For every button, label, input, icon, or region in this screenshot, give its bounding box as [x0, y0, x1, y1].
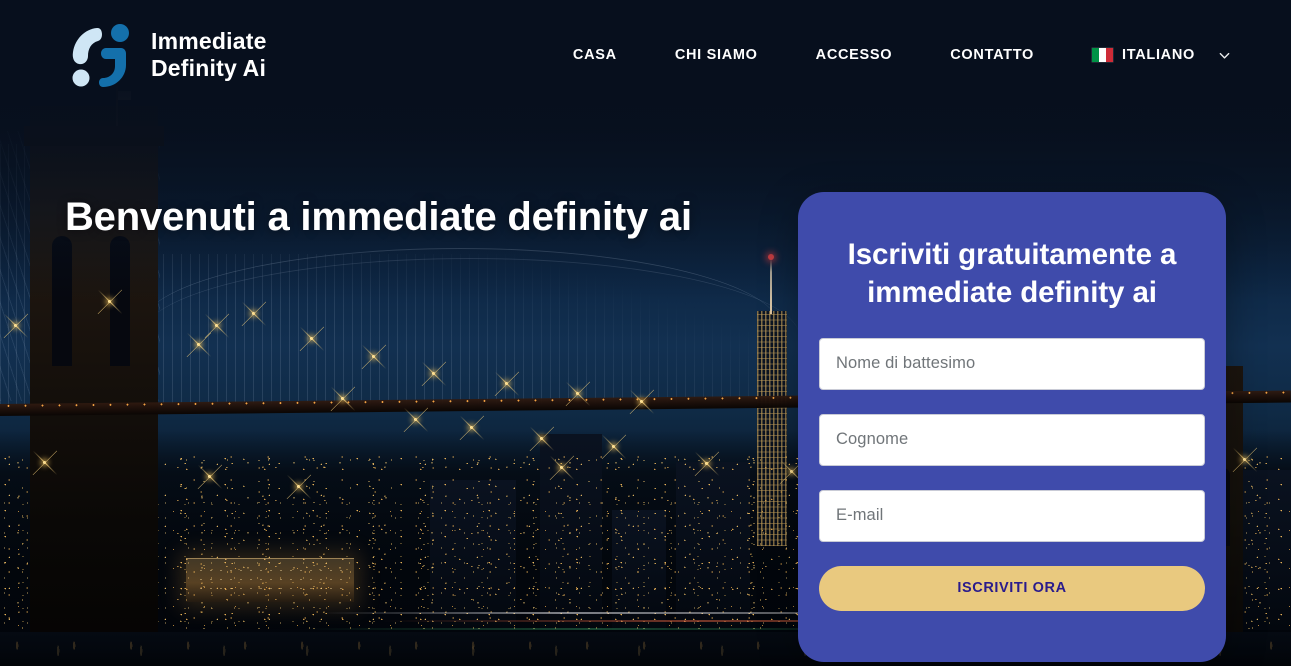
- bridge-lamp-starburst: [43, 461, 46, 464]
- language-selector[interactable]: ITALIANO: [1063, 47, 1231, 63]
- bridge-lamp-starburst: [640, 400, 643, 403]
- bridge-lamp-starburst: [505, 382, 508, 385]
- bridge-tower-arch: [110, 236, 130, 366]
- brand-name-line2: Definity Ai: [151, 55, 267, 81]
- email-field[interactable]: E-mail: [819, 489, 1205, 542]
- bridge-lamp-starburst: [372, 355, 375, 358]
- first-name-field[interactable]: Nome di battesimo: [819, 337, 1205, 390]
- bridge-lamp-starburst: [612, 445, 615, 448]
- tower-spire: [770, 258, 772, 314]
- bridge-lamp-starburst: [1243, 458, 1246, 461]
- bridge-lamp-starburst: [108, 300, 111, 303]
- bridge-lamp-starburst: [341, 397, 344, 400]
- bridge-lamp-starburst: [705, 462, 708, 465]
- tower-beacon-light: [768, 254, 774, 260]
- bridge-lamp-starburst: [297, 485, 300, 488]
- brooklyn-bridge-tower-near: [30, 106, 158, 666]
- bridge-tower-cap: [24, 126, 164, 146]
- site-header: Immediate Definity Ai CASA CHI SIAMO ACCE…: [0, 0, 1291, 111]
- bridge-lamp-starburst: [576, 392, 579, 395]
- bridge-lamp-starburst: [470, 426, 473, 429]
- bridge-lamp-starburst: [215, 324, 218, 327]
- brand-logo[interactable]: Immediate Definity Ai: [65, 22, 267, 88]
- chevron-down-icon[interactable]: [1218, 49, 1231, 62]
- bridge-lamp-starburst: [14, 324, 17, 327]
- nav-item-accesso[interactable]: ACCESSO: [787, 44, 922, 66]
- main-navigation: CASA CHI SIAMO ACCESSO CONTATTO ITALIANO: [544, 44, 1231, 66]
- bridge-lamp-starburst: [310, 337, 313, 340]
- bridge-lamp-starburst: [208, 475, 211, 478]
- bridge-lamp-starburst: [252, 312, 255, 315]
- email-placeholder: E-mail: [836, 506, 884, 524]
- bridge-lamp-starburst: [540, 437, 543, 440]
- hero-title: Benvenuti a immediate definity ai: [65, 195, 692, 239]
- brand-name: Immediate Definity Ai: [151, 28, 267, 81]
- last-name-placeholder: Cognome: [836, 430, 909, 448]
- nav-item-contatto[interactable]: CONTATTO: [921, 44, 1063, 66]
- bridge-cable-secondary: [140, 258, 800, 418]
- last-name-field[interactable]: Cognome: [819, 413, 1205, 466]
- first-name-placeholder: Nome di battesimo: [836, 354, 976, 372]
- bridge-lamp-starburst: [560, 466, 563, 469]
- bridge-lamp-starburst: [197, 343, 200, 346]
- nav-item-casa[interactable]: CASA: [544, 44, 646, 66]
- bridge-lamp-starburst: [790, 470, 793, 473]
- bridge-tower-arch: [52, 236, 72, 366]
- bridge-lamp-starburst: [414, 418, 417, 421]
- signup-card: Iscriviti gratuitamente a immediate defi…: [798, 192, 1226, 662]
- nav-item-chi-siamo[interactable]: CHI SIAMO: [646, 44, 787, 66]
- landing-page: Immediate Definity Ai CASA CHI SIAMO ACCE…: [0, 0, 1291, 666]
- immediate-definity-logo-icon: [72, 24, 129, 87]
- brand-name-line1: Immediate: [151, 28, 267, 55]
- italian-flag-icon: [1092, 48, 1113, 62]
- bridge-lamp-starburst: [432, 372, 435, 375]
- signup-title: Iscriviti gratuitamente a immediate defi…: [847, 238, 1177, 309]
- signup-now-button[interactable]: ISCRIVITI ORA: [819, 565, 1205, 611]
- language-label: ITALIANO: [1122, 47, 1195, 63]
- carousel-lights: [196, 566, 344, 596]
